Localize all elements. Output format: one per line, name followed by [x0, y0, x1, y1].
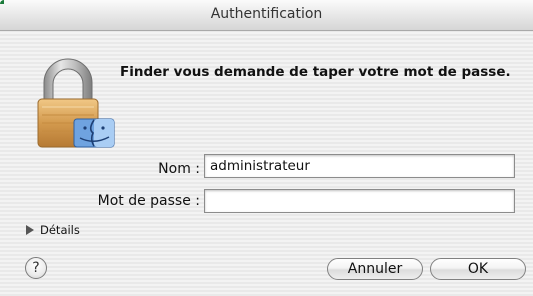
- name-field[interactable]: [204, 154, 515, 178]
- finder-icon: [73, 118, 115, 148]
- window-corner-mark: [0, 0, 4, 4]
- details-disclosure[interactable]: Détails: [26, 222, 80, 238]
- name-label: Nom :: [158, 161, 200, 177]
- window-title: Authentification: [210, 6, 323, 22]
- password-field[interactable]: [204, 189, 515, 213]
- auth-prompt: Finder vous demande de taper votre mot d…: [120, 64, 511, 80]
- details-label: Détails: [40, 223, 80, 237]
- help-button[interactable]: ?: [25, 257, 47, 279]
- ok-button[interactable]: OK: [430, 258, 526, 280]
- auth-dialog: Authentification Finder vous demande de …: [0, 0, 533, 296]
- disclosure-triangle-icon[interactable]: [26, 225, 34, 235]
- password-label: Mot de passe :: [97, 193, 200, 209]
- lock-icon: [37, 58, 115, 148]
- title-bar[interactable]: Authentification: [0, 0, 533, 31]
- cancel-button[interactable]: Annuler: [327, 258, 423, 280]
